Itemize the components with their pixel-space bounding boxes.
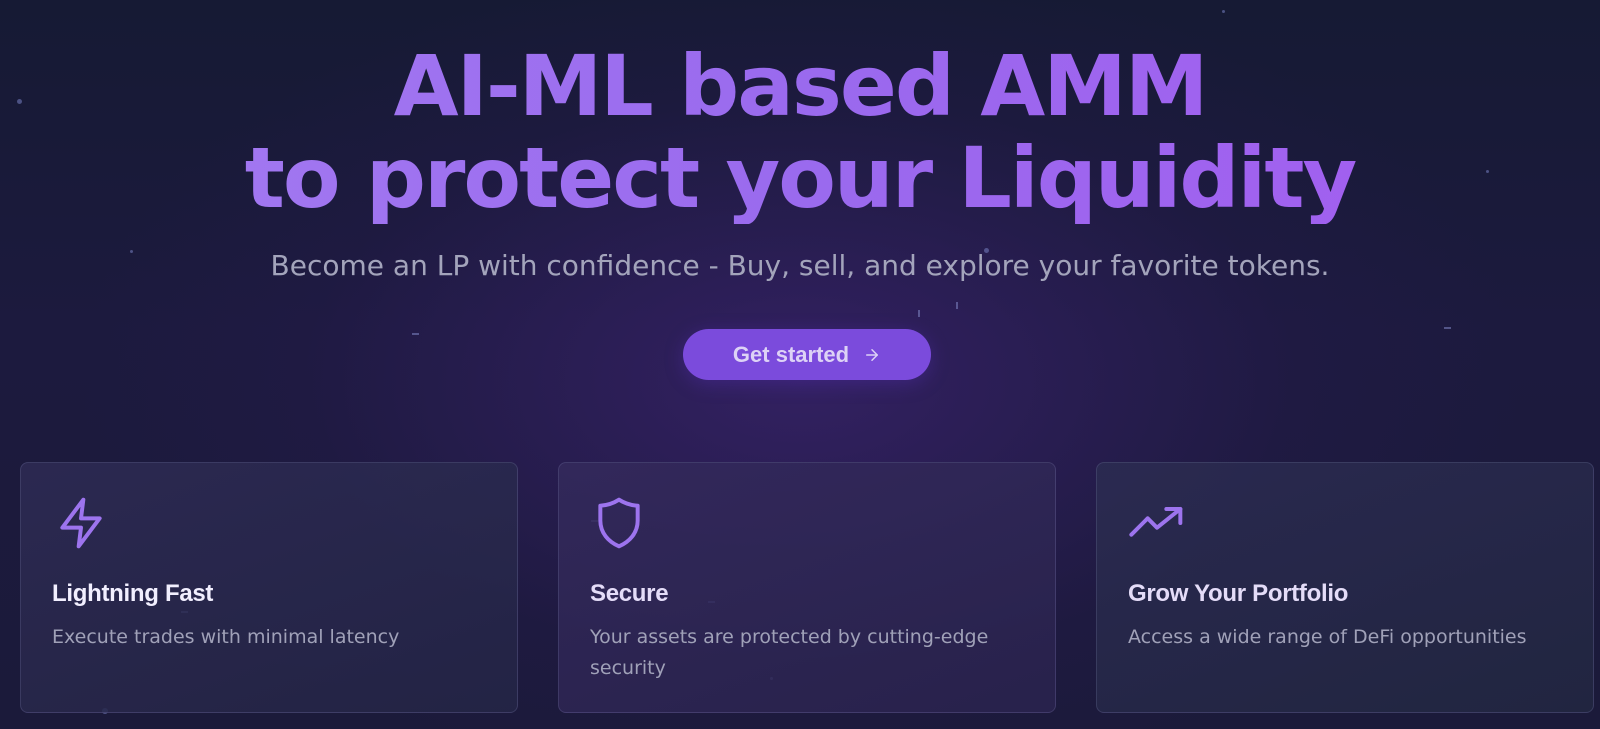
background-particle <box>1222 10 1225 13</box>
hero-section: AI-ML based AMM to protect your Liquidit… <box>0 40 1600 284</box>
get-started-button[interactable]: Get started <box>683 329 931 380</box>
arrow-right-icon <box>863 346 881 364</box>
shield-icon <box>591 495 647 551</box>
feature-card-lightning-fast: Lightning Fast Execute trades with minim… <box>20 462 518 713</box>
background-particle <box>918 310 920 317</box>
hero-subtitle: Become an LP with confidence - Buy, sell… <box>270 249 1330 282</box>
feature-description: Access a wide range of DeFi opportunitie… <box>1128 626 1527 648</box>
feature-title: Secure <box>590 580 669 607</box>
lightning-bolt-icon <box>53 495 109 551</box>
background-particle <box>956 302 958 309</box>
background-particle <box>1444 327 1451 329</box>
background-particle <box>412 333 419 335</box>
feature-description: Your assets are protected by cutting-edg… <box>590 626 989 679</box>
feature-title: Grow Your Portfolio <box>1128 580 1349 607</box>
hero-headline-line-1: AI-ML based AMM <box>393 37 1207 135</box>
trending-up-icon <box>1129 495 1185 551</box>
feature-card-grow-your-portfolio: Grow Your Portfolio Access a wide range … <box>1096 462 1594 713</box>
hero-headline: AI-ML based AMM to protect your Liquidit… <box>0 40 1600 224</box>
get-started-label: Get started <box>732 341 850 367</box>
features-section: Lightning Fast Execute trades with minim… <box>20 462 1595 714</box>
feature-description: Execute trades with minimal latency <box>52 626 400 648</box>
hero-headline-line-2: to protect your Liquidity <box>244 129 1356 227</box>
feature-card-secure: Secure Your assets are protected by cutt… <box>558 462 1056 713</box>
feature-title: Lightning Fast <box>52 580 214 607</box>
